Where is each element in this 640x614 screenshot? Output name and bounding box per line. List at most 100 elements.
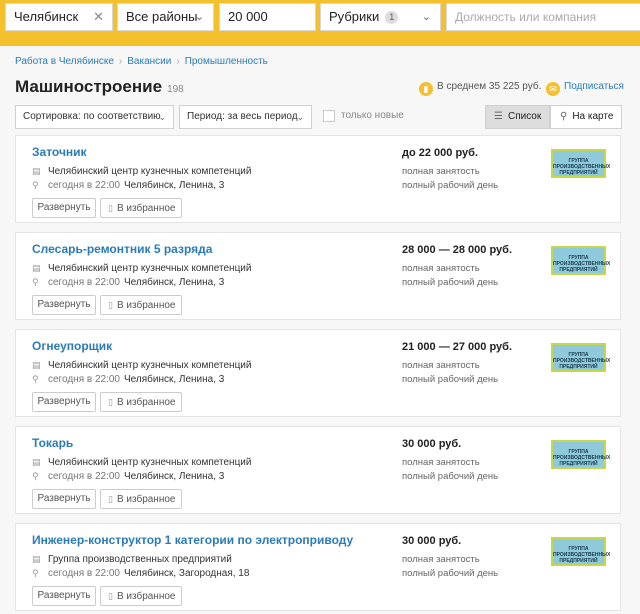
period-value: Период: за весь период	[187, 111, 298, 122]
period-select[interactable]: Период: за весь период ⌄	[179, 105, 312, 129]
favorite-label: В избранное	[116, 300, 176, 311]
building-icon: ▤	[32, 263, 41, 273]
expand-button[interactable]: Развернуть	[32, 392, 96, 412]
district-select[interactable]: Все районы ⌄	[117, 3, 214, 31]
salary: 28 000 — 28 000 руб.	[402, 244, 512, 256]
employment-type: полная занятость	[402, 263, 480, 274]
breadcrumb-separator: ›	[118, 56, 123, 67]
salary: 21 000 — 27 000 руб.	[402, 341, 512, 353]
query-placeholder: Должность или компания	[455, 10, 597, 24]
view-list-button[interactable]: ☰ Список	[485, 105, 550, 129]
location-pin-icon: ⚲	[32, 180, 39, 190]
rubrics-count-badge: 1	[385, 11, 399, 24]
sort-value: Сортировка: по соответствию	[23, 111, 161, 122]
add-to-favorites-button[interactable]: ▯ В избранное	[100, 295, 182, 315]
expand-button[interactable]: Развернуть	[32, 295, 96, 315]
vacancy-title-link[interactable]: Заточник	[32, 145, 87, 159]
address: Челябинск, Ленина, 3	[124, 180, 225, 191]
salary-value: 20 000	[228, 9, 268, 24]
company-logo[interactable]: ГРУППА ПРОИЗВОДСТВЕННЫХ ПРЕДПРИЯТИЙ	[551, 246, 610, 275]
company-row: ▤ Челябинский центр кузнечных компетенций	[32, 263, 251, 274]
breadcrumb-item[interactable]: Работа в Челябинске	[15, 56, 114, 67]
salary-input[interactable]: 20 000	[219, 3, 316, 31]
location-row: ⚲ сегодня в 22:00 Челябинск, Ленина, 3	[32, 277, 224, 288]
company-logo[interactable]: ГРУППА ПРОИЗВОДСТВЕННЫХ ПРЕДПРИЯТИЙ	[551, 149, 610, 178]
vacancy-card: Слесарь-ремонтник 5 разряда ▤ Челябинский …	[15, 232, 621, 320]
address: Челябинск, Ленина, 3	[124, 277, 225, 288]
bookmark-icon: ▯	[108, 591, 113, 601]
main-content: Работа в Челябинске › Вакансии › Промышленно…	[0, 46, 640, 614]
clear-icon[interactable]: ✕	[93, 4, 104, 30]
map-pin-icon: ⚲	[560, 111, 568, 122]
subscribe-link[interactable]: ✉ Подписаться	[546, 81, 624, 96]
company-name[interactable]: Челябинский центр кузнечных компетенций	[48, 360, 251, 371]
mail-icon: ✉	[546, 82, 560, 96]
salary: до 22 000 руб.	[402, 147, 479, 159]
add-to-favorites-button[interactable]: ▯ В избранное	[100, 586, 182, 606]
work-schedule: полный рабочий день	[402, 471, 499, 482]
vacancy-title-link[interactable]: Слесарь-ремонтник 5 разряда	[32, 242, 212, 256]
vacancy-title-link[interactable]: Токарь	[32, 436, 73, 450]
rubrics-label: Рубрики	[329, 9, 380, 24]
salary: 30 000 руб.	[402, 438, 462, 450]
vacancy-title-link[interactable]: Инженер-конструктор 1 категории по элект…	[32, 533, 353, 547]
breadcrumb-separator: ›	[176, 56, 180, 67]
breadcrumb-item[interactable]: Промышленность	[185, 56, 268, 67]
location-pin-icon: ⚲	[32, 277, 39, 287]
building-icon: ▤	[32, 554, 41, 564]
chevron-down-icon: ⌄	[158, 112, 166, 122]
company-name[interactable]: Челябинский центр кузнечных компетенций	[48, 166, 251, 177]
add-to-favorites-button[interactable]: ▯ В избранное	[100, 198, 182, 218]
company-name[interactable]: Челябинский центр кузнечных компетенций	[48, 457, 251, 468]
company-row: ▤ Челябинский центр кузнечных компетенций	[32, 457, 251, 468]
bookmark-icon: ▯	[108, 397, 113, 407]
view-map-button[interactable]: ⚲ На карте	[550, 105, 622, 129]
query-input[interactable]: Должность или компания	[446, 3, 640, 31]
city-value: Челябинск	[14, 9, 79, 24]
company-logo[interactable]: ГРУППА ПРОИЗВОДСТВЕННЫХ ПРЕДПРИЯТИЙ	[551, 343, 610, 372]
vacancy-card: Инженер-конструктор 1 категории по элект…	[15, 523, 621, 611]
employment-type: полная занятость	[402, 554, 480, 565]
posted-time: сегодня в 22:00	[48, 277, 120, 288]
only-new-label: только новые	[341, 110, 404, 121]
list-icon: ☰	[494, 111, 503, 122]
company-logo-text: ГРУППА ПРОИЗВОДСТВЕННЫХ ПРЕДПРИЯТИЙ	[553, 158, 611, 176]
view-list-label: Список	[507, 111, 542, 122]
favorite-label: В избранное	[116, 203, 176, 214]
company-row: ▤ Челябинский центр кузнечных компетенций	[32, 360, 251, 371]
location-row: ⚲ сегодня в 22:00 Челябинск, Ленина, 3	[32, 180, 224, 191]
company-row: ▤ Челябинский центр кузнечных компетенций	[32, 166, 251, 177]
expand-button[interactable]: Развернуть	[32, 586, 96, 606]
add-to-favorites-button[interactable]: ▯ В избранное	[100, 489, 182, 509]
company-logo-text: ГРУППА ПРОИЗВОДСТВЕННЫХ ПРЕДПРИЯТИЙ	[553, 255, 611, 273]
city-field[interactable]: Челябинск ✕	[5, 3, 113, 31]
posted-time: сегодня в 22:00	[48, 471, 120, 482]
only-new-checkbox[interactable]	[323, 110, 335, 122]
work-schedule: полный рабочий день	[402, 180, 499, 191]
add-to-favorites-button[interactable]: ▯ В избранное	[100, 392, 182, 412]
company-logo-text: ГРУППА ПРОИЗВОДСТВЕННЫХ ПРЕДПРИЯТИЙ	[553, 352, 611, 370]
sort-select[interactable]: Сортировка: по соответствию ⌄	[15, 105, 174, 129]
company-logo[interactable]: ГРУППА ПРОИЗВОДСТВЕННЫХ ПРЕДПРИЯТИЙ	[551, 440, 610, 469]
rubrics-select[interactable]: Рубрики 1 ⌄	[320, 3, 441, 31]
company-name[interactable]: Челябинский центр кузнечных компетенций	[48, 263, 251, 274]
expand-button[interactable]: Развернуть	[32, 198, 96, 218]
company-name[interactable]: Группа производственных предприятий	[48, 554, 232, 565]
address: Челябинск, Ленина, 3	[124, 471, 225, 482]
bookmark-icon: ▯	[108, 494, 113, 504]
chart-icon: ▮	[419, 82, 433, 96]
district-value: Все районы	[126, 9, 198, 24]
favorite-label: В избранное	[116, 397, 176, 408]
vacancy-title-link[interactable]: Огнеупорщик	[32, 339, 112, 353]
subscribe-text: Подписаться	[564, 81, 624, 92]
employment-type: полная занятость	[402, 360, 480, 371]
favorite-label: В избранное	[116, 591, 176, 602]
company-logo[interactable]: ГРУППА ПРОИЗВОДСТВЕННЫХ ПРЕДПРИЯТИЙ	[551, 537, 610, 566]
breadcrumb-item[interactable]: Вакансии	[127, 56, 171, 67]
page-title-text: Машиностроение	[15, 77, 163, 96]
location-row: ⚲ сегодня в 22:00 Челябинск, Загородная, 1…	[32, 568, 249, 579]
favorite-label: В избранное	[116, 494, 176, 505]
expand-button[interactable]: Развернуть	[32, 489, 96, 509]
vacancy-card: Заточник ▤ Челябинский центр кузнечных ком…	[15, 135, 621, 223]
chevron-down-icon: ⌄	[296, 112, 304, 122]
